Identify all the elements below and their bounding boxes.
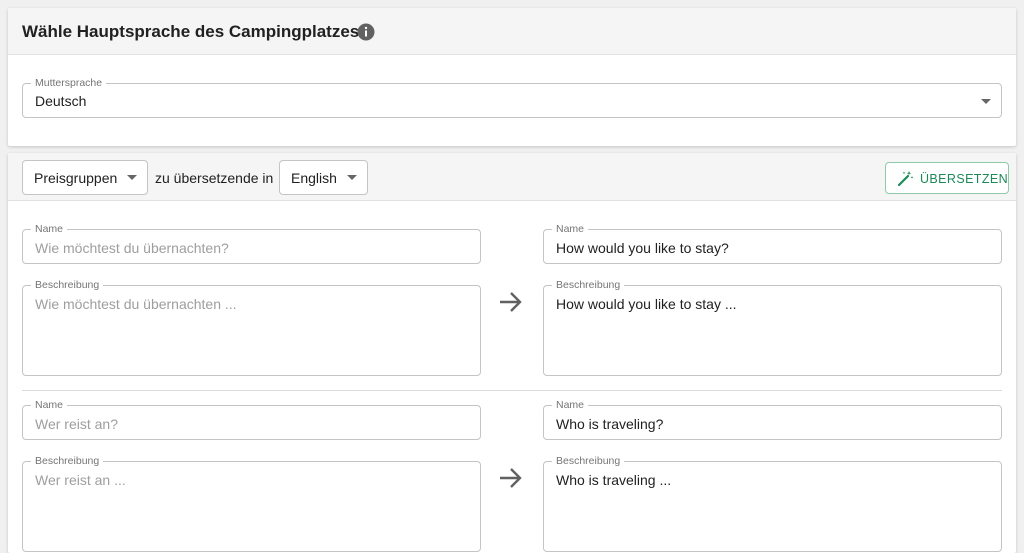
card-header: Wähle Hauptsprache des Campingplatzes	[8, 8, 1016, 55]
toolbar-label: zu übersetzende in	[155, 170, 274, 186]
translation-toolbar: Preisgruppen zu übersetzende in English …	[8, 153, 1016, 201]
main-language-label: Muttersprache	[31, 77, 107, 89]
main-language-select[interactable]: Muttersprache Deutsch	[22, 77, 1002, 118]
arrow-right-icon	[500, 292, 522, 312]
field-label: Beschreibung	[552, 279, 625, 291]
target-name-field[interactable]: Name How would you like to stay?	[543, 223, 1002, 264]
field-value: Wie möchtest du übernachten ...	[35, 296, 237, 312]
field-value: How would you like to stay?	[556, 240, 729, 256]
translate-button-label: ÜBERSETZEN	[920, 172, 1009, 186]
source-description-field[interactable]: Beschreibung Wie möchtest du übernachten…	[22, 279, 481, 376]
target-name-field[interactable]: Name Who is traveling?	[543, 399, 1002, 440]
main-language-value: Deutsch	[35, 93, 87, 109]
field-value: Wie möchtest du übernachten?	[35, 240, 229, 256]
target-description-field[interactable]: Beschreibung Who is traveling ...	[543, 455, 1002, 552]
info-icon[interactable]	[357, 23, 375, 41]
field-label: Beschreibung	[552, 455, 625, 467]
translation-card: Preisgruppen zu übersetzende in English …	[8, 153, 1016, 553]
field-label: Name	[552, 399, 589, 411]
page-title: Wähle Hauptsprache des Campingplatzes	[22, 22, 360, 41]
field-value: Who is traveling ...	[556, 472, 672, 488]
target-description-field[interactable]: Beschreibung How would you like to stay …	[543, 279, 1002, 376]
field-label: Beschreibung	[31, 455, 104, 467]
field-label: Beschreibung	[31, 279, 104, 291]
target-language-value: English	[291, 170, 337, 186]
chevron-down-icon	[347, 175, 357, 180]
field-label: Name	[552, 223, 589, 235]
translate-button[interactable]: ÜBERSETZEN	[885, 162, 1009, 194]
field-label: Name	[31, 399, 68, 411]
category-select-value: Preisgruppen	[34, 170, 118, 186]
source-name-field[interactable]: Name Wer reist an?	[22, 399, 481, 440]
main-language-card: Wähle Hauptsprache des Campingplatzes Mu…	[8, 8, 1016, 146]
chevron-down-icon	[981, 99, 991, 104]
magic-wand-icon	[897, 171, 914, 187]
field-value: Who is traveling?	[556, 416, 664, 432]
chevron-down-icon	[127, 175, 137, 180]
category-select[interactable]: Preisgruppen	[22, 160, 148, 195]
source-name-field[interactable]: Name Wie möchtest du übernachten?	[22, 223, 481, 264]
source-description-field[interactable]: Beschreibung Wer reist an ...	[22, 455, 481, 552]
arrow-right-icon	[500, 468, 522, 488]
field-value: Wer reist an?	[35, 416, 118, 432]
field-label: Name	[31, 223, 68, 235]
target-language-select[interactable]: English	[279, 160, 368, 195]
field-value: How would you like to stay ...	[556, 296, 737, 312]
entry-divider	[22, 390, 1002, 391]
field-value: Wer reist an ...	[35, 472, 126, 488]
